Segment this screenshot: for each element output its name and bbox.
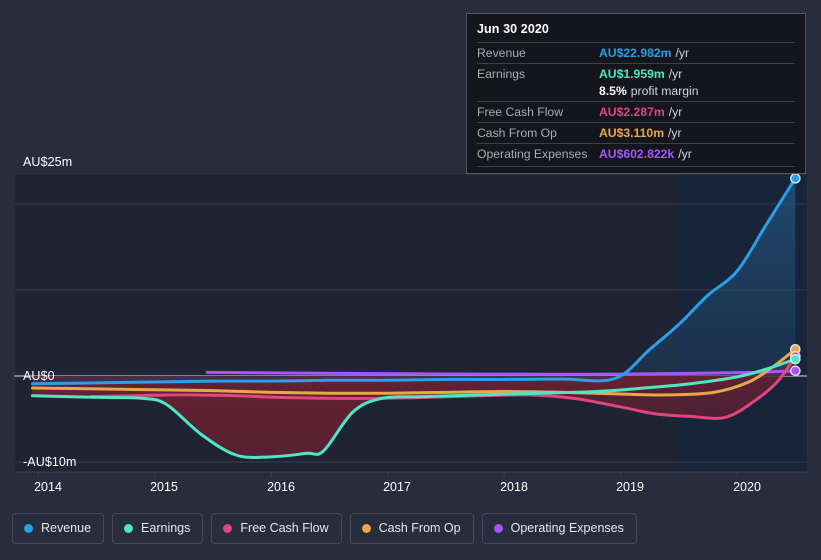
tooltip-bottom-divider (477, 166, 795, 167)
tooltip-suffix-profit-margin: profit margin (630, 84, 699, 98)
y-axis-label-top: AU$25m (23, 155, 73, 169)
legend-label-revenue: Revenue (41, 521, 92, 535)
x-axis-label-2017: 2017 (383, 480, 411, 494)
legend-item-revenue[interactable]: Revenue (12, 513, 105, 544)
legend-dot-revenue-icon (24, 524, 33, 533)
tooltip-date: Jun 30 2020 (477, 22, 549, 36)
tooltip-suffix-earnings: /yr (668, 67, 683, 81)
y-axis-label-zero: AU$0 (23, 369, 55, 383)
tooltip-suffix-operating-expenses: /yr (678, 147, 692, 161)
tooltip-row-free-cash-flow: Free Cash Flow AU$2.287m /yr (477, 101, 795, 122)
tooltip-suffix-cash-from-op: /yr (668, 126, 682, 140)
tooltip-row-profit-margin: 8.5% profit margin (477, 84, 795, 101)
tooltip-value-earnings: AU$1.959m (599, 67, 665, 81)
x-axis-label-2015: 2015 (150, 480, 178, 494)
tooltip-row-cash-from-op: Cash From Op AU$3.110m /yr (477, 122, 795, 143)
tooltip-label-revenue: Revenue (477, 46, 526, 60)
legend-item-cash-from-op[interactable]: Cash From Op (349, 513, 474, 544)
x-axis-label-2019: 2019 (616, 480, 644, 494)
legend-dot-cash-from-op-icon (361, 524, 371, 533)
tooltip-suffix-revenue: /yr (675, 46, 690, 60)
x-axis-label-2016: 2016 (267, 480, 295, 494)
legend-dot-free-cash-flow-icon (223, 524, 233, 533)
tooltip-suffix-free-cash-flow: /yr (668, 105, 683, 119)
tooltip-value-free-cash-flow: AU$2.287m (599, 105, 665, 119)
legend-dot-earnings-icon (124, 524, 134, 533)
tooltip-value-cash-from-op: AU$3.110m (599, 126, 665, 140)
tooltip-value-operating-expenses: AU$602.822k (599, 147, 675, 161)
financial-performance-chart: AU$25m AU$0 -AU$10m 2014 2015 2016 2017 … (0, 0, 821, 560)
legend-item-free-cash-flow[interactable]: Free Cash Flow (211, 513, 342, 544)
tooltip-label-earnings: Earnings (477, 67, 526, 81)
legend-label-free-cash-flow: Free Cash Flow (240, 521, 329, 535)
tooltip-label-operating-expenses: Operating Expenses (477, 147, 588, 161)
chart-legend: Revenue Earnings Free Cash Flow Cash Fro… (12, 513, 637, 544)
legend-label-cash-from-op: Cash From Op (378, 521, 461, 535)
tooltip-value-revenue: AU$22.982m (599, 46, 672, 60)
chart-tooltip: Jun 30 2020 Revenue AU$22.982m /yr Earni… (466, 13, 806, 174)
x-axis-label-2018: 2018 (500, 480, 528, 494)
legend-label-operating-expenses: Operating Expenses (510, 521, 624, 535)
legend-label-earnings: Earnings (141, 521, 191, 535)
legend-dot-operating-expenses-icon (493, 524, 503, 533)
tooltip-label-cash-from-op: Cash From Op (477, 126, 557, 140)
tooltip-row-revenue: Revenue AU$22.982m /yr (477, 42, 795, 63)
tooltip-label-free-cash-flow: Free Cash Flow (477, 105, 564, 119)
tooltip-row-operating-expenses: Operating Expenses AU$602.822k /yr (477, 143, 795, 164)
x-axis-label-2014: 2014 (34, 480, 62, 494)
legend-item-operating-expenses[interactable]: Operating Expenses (481, 513, 637, 544)
tooltip-row-earnings: Earnings AU$1.959m /yr (477, 63, 795, 84)
legend-item-earnings[interactable]: Earnings (112, 513, 204, 544)
tooltip-value-profit-margin: 8.5% (599, 84, 627, 98)
y-axis-label-bottom: -AU$10m (23, 455, 77, 469)
x-axis-label-2020: 2020 (733, 480, 761, 494)
